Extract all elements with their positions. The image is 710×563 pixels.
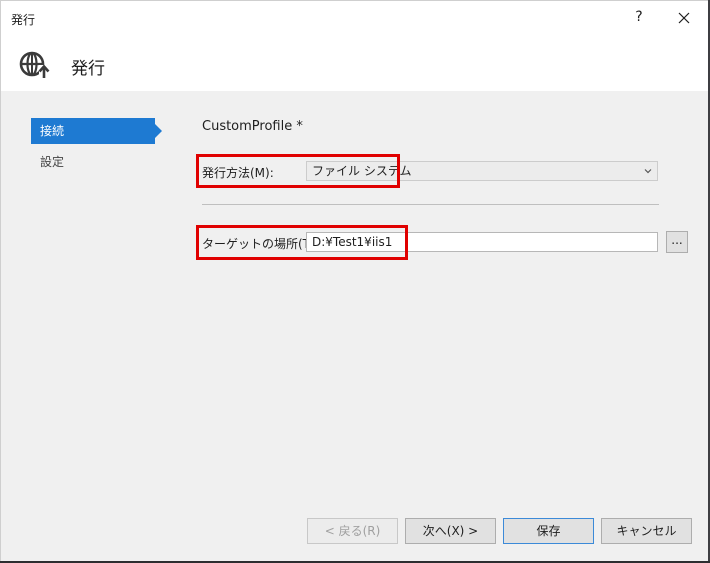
close-icon [678,12,690,24]
next-button[interactable]: 次へ(X) > [405,518,496,544]
globe-publish-icon [19,51,50,79]
window-title: 発行 [11,13,36,27]
publish-method-select[interactable]: ファイル システム [306,161,658,181]
save-button[interactable]: 保存 [503,518,594,544]
close-button[interactable] [673,7,695,29]
nav-item-settings[interactable]: 設定 [31,149,155,175]
nav-item-connection[interactable]: 接続 [31,118,162,144]
help-button[interactable]: ? [629,7,649,27]
header-title: 発行 [71,59,105,79]
dialog-content: 接続 設定 CustomProfile * 発行方法(M): ファイル システム… [1,91,709,562]
dialog-header: 発行 [1,35,709,91]
title-bar: 発行 ? [1,1,709,35]
divider [202,204,659,205]
publish-method-value: ファイル システム [312,164,412,178]
publish-dialog: 発行 ? 発行 接続 設定 CustomProfile * 発行方法(M): フ… [0,0,710,563]
chevron-down-icon [644,169,652,174]
browse-button[interactable]: ... [666,231,688,253]
target-location-input[interactable] [306,232,658,252]
target-location-label: ターゲットの場所(T): [202,237,319,251]
back-button[interactable]: < 戻る(R) [307,518,398,544]
publish-method-label: 発行方法(M): [202,166,274,180]
cancel-button[interactable]: キャンセル [601,518,692,544]
profile-name: CustomProfile * [202,119,303,134]
